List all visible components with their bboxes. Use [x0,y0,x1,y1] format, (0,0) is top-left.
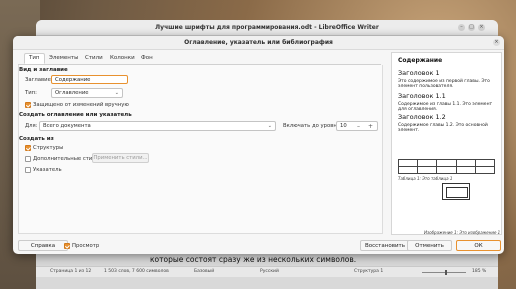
type-label: Тип: [25,90,37,96]
writer-title: Лучшие шрифты для программирования.odt -… [155,24,379,31]
preview-text-1-2: Содержимое главы 1.2. Это основной элеме… [398,123,488,134]
type-dropdown-value: Оглавление [55,90,89,96]
preview-text-1-1: Содержимое из главы 1.1. Это элемент для… [398,102,493,113]
status-style[interactable]: Базовый [194,269,214,274]
writer-titlebar: Лучшие шрифты для программирования.odt -… [36,20,498,36]
preview-heading-1-2: Заголовок 1.2 [398,113,446,121]
additional-styles-label: Дополнительные стили [33,156,100,162]
status-zoom[interactable]: 185 % [472,269,486,274]
index-marks-checkbox[interactable] [25,167,31,173]
level-spinbox[interactable]: 10 – + [336,121,378,131]
tab-type[interactable]: Тип [24,53,45,64]
document-text: которые состоят сразу же из нескольких с… [150,255,357,264]
close-window-icon[interactable]: × [478,24,485,31]
dialog-title: Оглавление, указатель или библиография [184,39,333,46]
zoom-slider[interactable] [422,271,466,273]
structure-checkbox[interactable] [25,145,31,151]
status-words[interactable]: 1 503 слов, 7 600 символов [104,269,169,274]
preview-table [397,159,496,174]
reset-button[interactable]: Восстановить [360,240,410,251]
for-label: Для: [25,123,38,129]
preview-heading-1: Заголовок 1 [398,69,440,77]
status-language[interactable]: Русский [260,269,279,274]
toc-dialog: Оглавление, указатель или библиография ×… [13,36,504,254]
scope-dropdown-value: Всего документа [43,123,91,129]
structure-label: Структуры [33,145,64,151]
status-bar: Страница 1 из 12 1 503 слов, 7 600 симво… [36,266,498,277]
scope-dropdown[interactable]: Всего документа ⌄ [39,121,276,131]
create-index-heading: Создать оглавление или указатель [19,112,132,118]
chevron-down-icon: ⌄ [114,90,119,96]
help-button[interactable]: Справка [18,240,68,251]
tab-styles[interactable]: Стили [81,54,107,63]
type-panel: Вид и заглавие Заглавие: Содержание Тип:… [18,65,383,234]
maximize-icon[interactable]: □ [468,24,475,31]
tab-entries[interactable]: Элементы [45,54,82,63]
close-icon[interactable]: × [493,39,500,46]
create-from-heading: Создать из [19,136,54,142]
tab-bar: Тип Элементы Стили Колонки Фон [18,53,381,65]
preview-checkbox-label: Просмотр [72,243,100,249]
minimize-icon[interactable]: – [458,24,465,31]
tab-background[interactable]: Фон [137,54,157,63]
dialog-titlebar: Оглавление, указатель или библиография × [13,36,504,50]
preview-table-caption: Таблица 1: Это таблица 1 [398,176,453,181]
type-section-heading: Вид и заглавие [19,67,68,73]
title-label: Заглавие: [25,77,53,83]
additional-styles-checkbox[interactable] [25,156,31,162]
cancel-button[interactable]: Отменить [407,240,452,251]
level-label: Включать до уровня: [283,123,342,129]
type-dropdown[interactable]: Оглавление ⌄ [51,88,123,98]
status-section: Структура 1 [354,269,384,274]
preview-toggle[interactable]: Просмотр [64,242,114,250]
preview-heading-1-1: Заголовок 1.1 [398,92,446,100]
preview-title: Содержание [398,57,443,64]
tab-columns[interactable]: Колонки [106,54,139,63]
status-page[interactable]: Страница 1 из 12 [50,269,91,274]
preview-image-caption: Изображение 1: Это изображение 1 [424,230,501,235]
assign-styles-button[interactable]: Применить стили... [92,153,149,163]
preview-image [442,183,470,200]
preview-pane: Содержание Заголовок 1 Это содержимое из… [391,52,502,235]
chevron-down-icon: ⌄ [267,123,272,129]
minus-icon[interactable]: – [357,122,360,131]
index-marks-label: Указатель [33,167,62,173]
preview-text-1: Это содержимое из первой главы. Это элем… [398,79,490,90]
protect-label: Защищено от изменений вручную [33,102,129,108]
plus-icon[interactable]: + [368,122,373,131]
ok-button[interactable]: ОК [456,240,501,251]
preview-checkbox[interactable] [64,243,70,249]
zoom-slider-handle[interactable] [445,269,447,275]
title-input[interactable]: Содержание [51,75,128,84]
protect-checkbox[interactable] [25,102,31,108]
level-value: 10 [340,123,347,129]
image-placeholder-icon [446,187,468,198]
